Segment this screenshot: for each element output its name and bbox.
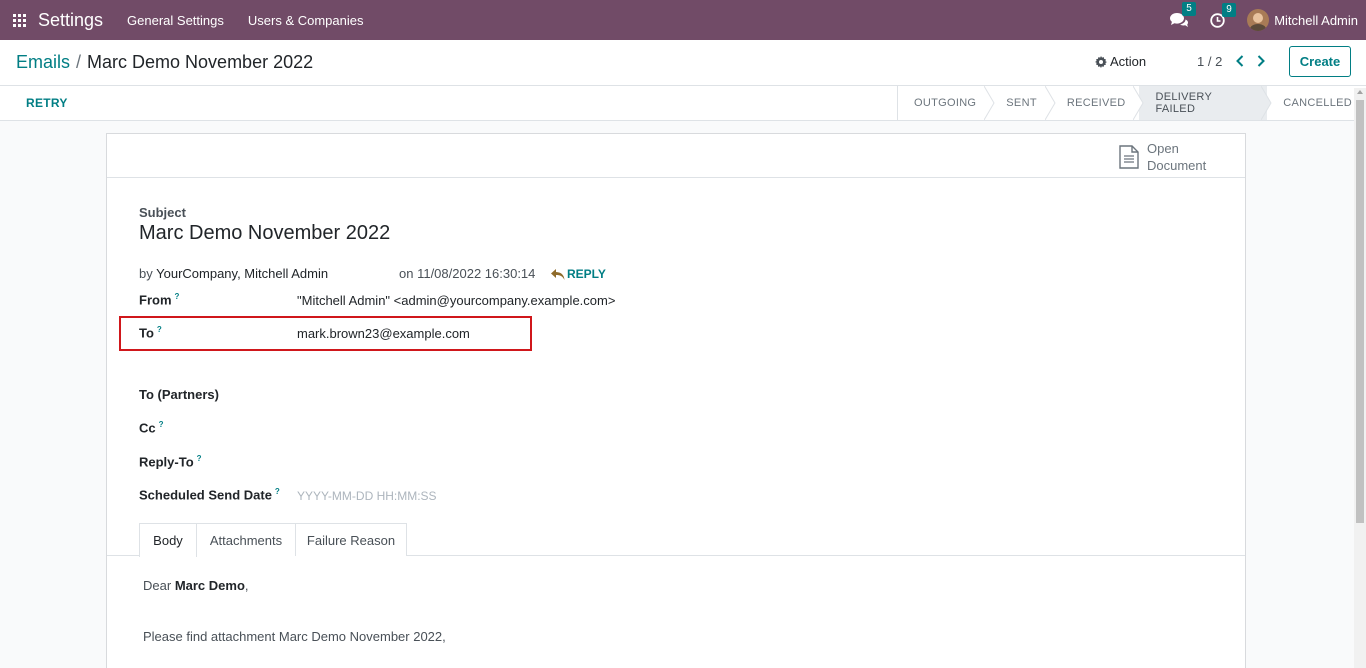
- control-panel: Emails / Marc Demo November 2022 Action 1 …: [0, 40, 1366, 86]
- stage-label: OUTGOING: [914, 97, 977, 109]
- scheduled-send-date-label: Scheduled Send Date?: [139, 487, 280, 503]
- stage-label: SENT: [1006, 97, 1037, 109]
- button-box: Open Document: [107, 134, 1245, 178]
- create-button[interactable]: Create: [1289, 46, 1351, 77]
- chevron-left-icon: [1236, 55, 1244, 67]
- author-name[interactable]: YourCompany, Mitchell Admin: [156, 266, 328, 281]
- apps-menu-icon[interactable]: [0, 0, 38, 40]
- scroll-up-arrow-icon[interactable]: [1357, 90, 1363, 94]
- stage-label: RECEIVED: [1066, 97, 1126, 109]
- action-menu-button[interactable]: Action: [1095, 54, 1146, 69]
- pager-value[interactable]: 1 / 2: [1197, 54, 1222, 69]
- subject-value[interactable]: Marc Demo November 2022: [139, 222, 390, 245]
- help-icon[interactable]: ?: [157, 325, 162, 334]
- action-label: Action: [1110, 54, 1147, 69]
- form-sheet: Open Document Subject Marc Demo November…: [106, 133, 1246, 668]
- reply-to-label: Reply-To?: [139, 454, 202, 470]
- stage-sent[interactable]: SENT: [990, 86, 1056, 120]
- stage-cancelled[interactable]: CANCELLED: [1267, 86, 1366, 120]
- user-name[interactable]: Mitchell Admin: [1274, 13, 1358, 28]
- cc-label: Cc?: [139, 420, 164, 436]
- activity-menu[interactable]: 9: [1210, 2, 1236, 28]
- tab-body[interactable]: Body: [139, 523, 197, 557]
- to-label: To?: [139, 325, 162, 341]
- stage-separator-arrow: [1261, 86, 1272, 120]
- reply-icon: [551, 268, 565, 280]
- breadcrumb-current: Marc Demo November 2022: [87, 52, 314, 72]
- author-line: by YourCompany, Mitchell Admin: [139, 266, 328, 281]
- to-partners-label: To (Partners): [139, 387, 219, 402]
- retry-button[interactable]: RETRY: [26, 96, 68, 110]
- help-icon[interactable]: ?: [159, 420, 164, 429]
- pager-next-button[interactable]: [1254, 52, 1268, 70]
- status-stages: OUTGOING SENT RECEIVED DELIVERY FAILED C…: [897, 86, 1366, 120]
- help-icon[interactable]: ?: [275, 487, 280, 496]
- vertical-scrollbar[interactable]: [1354, 88, 1366, 668]
- greeting-suffix: ,: [244, 578, 249, 593]
- tab-attachments[interactable]: Attachments: [196, 523, 296, 556]
- tab-failure-reason[interactable]: Failure Reason: [295, 523, 407, 556]
- gear-icon: [1095, 55, 1107, 68]
- stage-received[interactable]: RECEIVED: [1051, 86, 1145, 120]
- messages-count-badge: 5: [1182, 2, 1196, 16]
- stage-label: CANCELLED: [1283, 97, 1352, 109]
- open-document-label-line2: Document: [1147, 158, 1207, 173]
- body-greeting: Dear Marc Demo,: [143, 578, 249, 593]
- greeting-name: Marc Demo: [174, 578, 245, 593]
- chevron-right-icon: [1257, 55, 1265, 67]
- activities-count-badge: 9: [1222, 2, 1236, 17]
- breadcrumb-emails-link[interactable]: Emails: [16, 52, 70, 72]
- scheduled-send-date-input[interactable]: YYYY-MM-DD HH:MM:SS: [297, 489, 437, 503]
- menu-general-settings[interactable]: General Settings: [127, 13, 224, 28]
- breadcrumb-separator: /: [76, 52, 82, 72]
- date-text: on 11/08/2022 16:30:14: [399, 266, 536, 281]
- reply-button[interactable]: REPLY: [551, 267, 606, 281]
- stage-delivery-failed[interactable]: DELIVERY FAILED: [1139, 86, 1272, 120]
- user-avatar[interactable]: [1247, 9, 1270, 31]
- stage-label: DELIVERY FAILED: [1155, 91, 1212, 115]
- subject-label: Subject: [139, 205, 186, 220]
- top-navbar: Settings General Settings Users & Compan…: [0, 0, 1366, 40]
- open-document-label-line1: Open: [1147, 141, 1179, 156]
- notebook-tabs: Body Attachments Failure Reason: [107, 523, 1245, 557]
- form-statusbar: RETRY OUTGOING SENT RECEIVED DELIVERY FA…: [0, 86, 1366, 121]
- stage-outgoing[interactable]: OUTGOING: [898, 86, 995, 120]
- menu-users-companies[interactable]: Users & Companies: [248, 13, 364, 28]
- greeting-prefix: Dear: [143, 578, 172, 593]
- pager-previous-button[interactable]: [1233, 52, 1247, 70]
- reply-label: REPLY: [567, 267, 606, 281]
- messaging-menu[interactable]: 5: [1170, 2, 1196, 28]
- app-title[interactable]: Settings: [38, 10, 103, 31]
- breadcrumb: Emails / Marc Demo November 2022: [16, 52, 313, 73]
- by-prefix: by: [139, 266, 153, 281]
- body-line-2: Please find attachment Marc Demo Novembe…: [143, 629, 446, 644]
- help-icon[interactable]: ?: [175, 292, 180, 301]
- scroll-thumb[interactable]: [1356, 100, 1364, 523]
- open-document-button[interactable]: Open Document: [1119, 140, 1206, 174]
- from-value[interactable]: "Mitchell Admin" <admin@yourcompany.exam…: [297, 293, 615, 308]
- from-label: From?: [139, 292, 180, 308]
- stage-separator-arrow: [1133, 86, 1145, 120]
- to-value[interactable]: mark.brown23@example.com: [297, 326, 470, 341]
- stage-separator-arrow: [1044, 86, 1056, 120]
- help-icon[interactable]: ?: [197, 454, 202, 463]
- stage-separator-arrow: [984, 86, 995, 120]
- document-icon: [1119, 145, 1139, 169]
